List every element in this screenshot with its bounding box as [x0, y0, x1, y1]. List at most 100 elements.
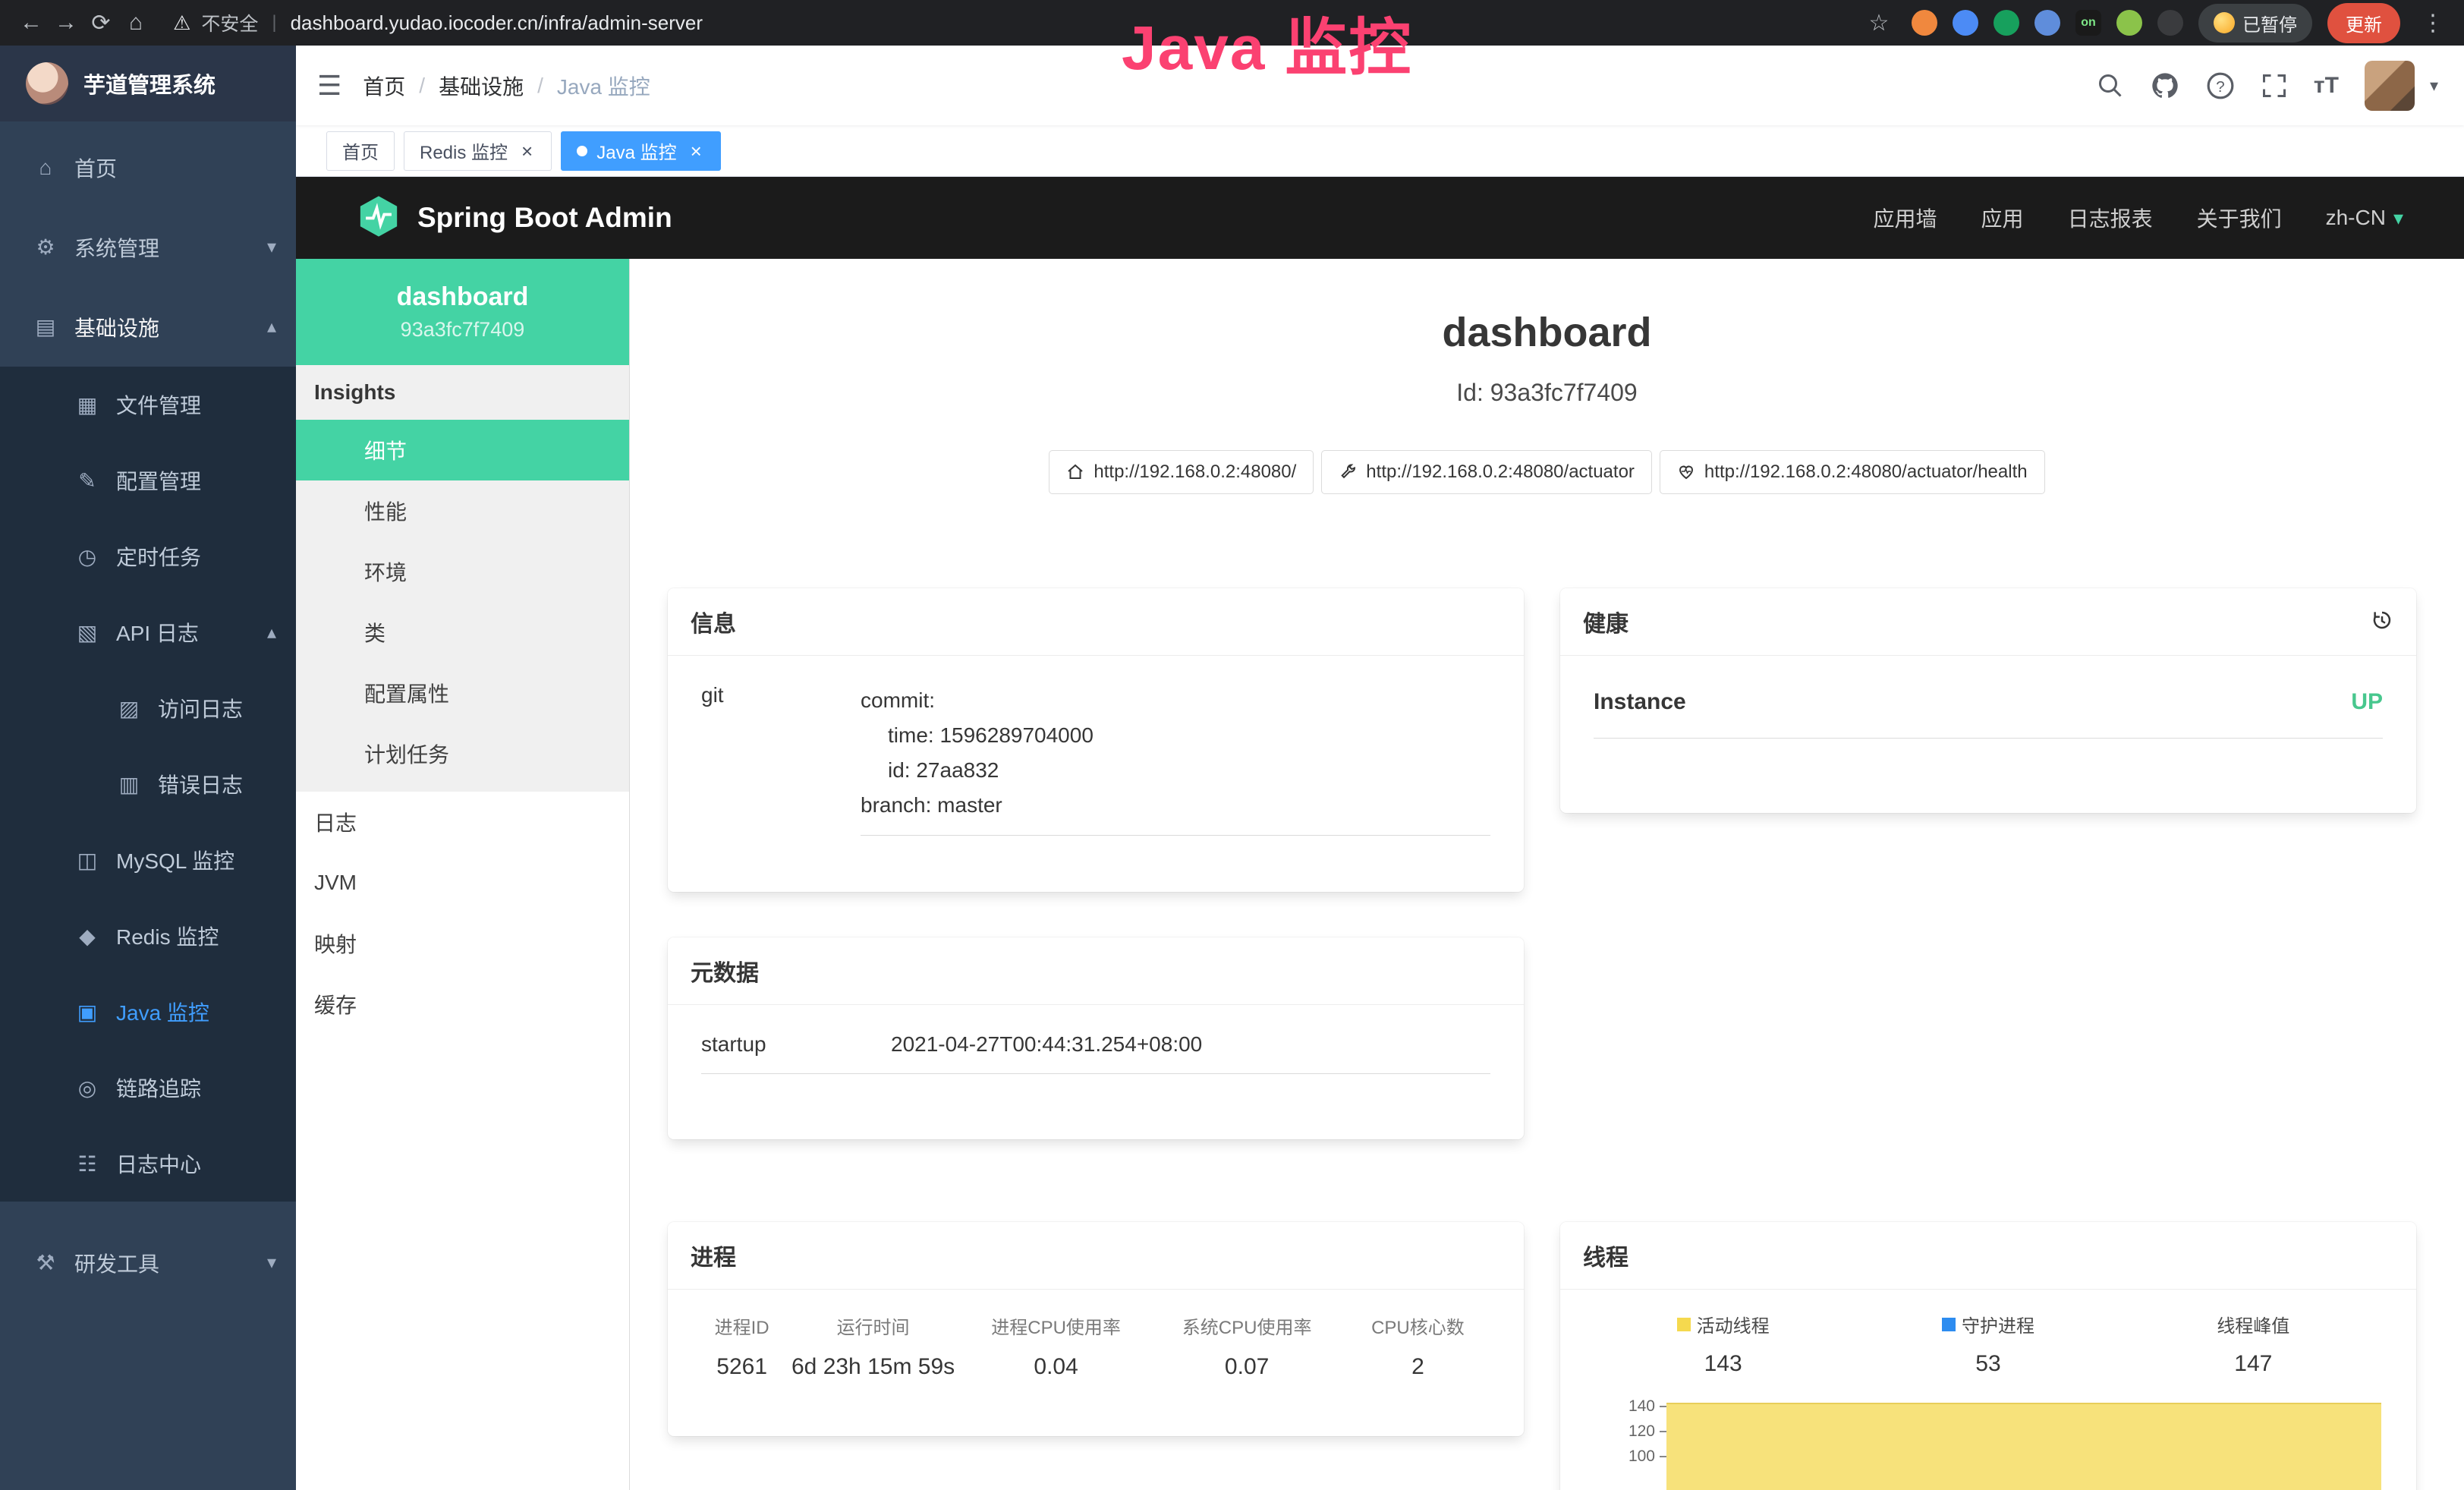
sba-brand[interactable]: Spring Boot Admin	[357, 194, 672, 242]
instance-links: http://192.168.0.2:48080/ http://192.168…	[630, 450, 2464, 494]
health-url-button[interactable]: http://192.168.0.2:48080/actuator/health	[1660, 450, 2045, 494]
chevron-up-icon: ▴	[267, 622, 276, 644]
card-header: 信息	[668, 588, 1524, 656]
sidebar-item-label: MySQL 监控	[116, 845, 234, 875]
extension-icon[interactable]	[2034, 10, 2060, 36]
header-actions: ? тT ▾	[2097, 61, 2464, 111]
sidebar-item-api-logs[interactable]: ▧ API 日志 ▴	[0, 594, 296, 670]
sidebar-item-log-center[interactable]: ☷ 日志中心	[0, 1126, 296, 1202]
instance-nav-logs[interactable]: 日志	[296, 792, 629, 852]
back-icon[interactable]: ←	[14, 10, 49, 36]
instance-nav-scheduled-tasks[interactable]: 计划任务	[296, 723, 629, 784]
extension-icon[interactable]	[1953, 10, 1978, 36]
java-monitor-icon: ▣	[72, 1000, 102, 1025]
forward-icon[interactable]: →	[49, 10, 83, 36]
sidebar-item-access-logs[interactable]: ▨ 访问日志	[0, 670, 296, 746]
sidebar-item-label: 基础设施	[74, 312, 159, 342]
breadcrumb-home[interactable]: 首页	[363, 71, 405, 101]
tab-home[interactable]: 首页	[326, 131, 395, 171]
timer-icon: ◷	[72, 544, 102, 569]
user-avatar[interactable]	[2365, 61, 2415, 111]
instance-url-button[interactable]: http://192.168.0.2:48080/	[1049, 450, 1314, 494]
instance-nav-mappings[interactable]: 映射	[296, 913, 629, 974]
actuator-url-button[interactable]: http://192.168.0.2:48080/actuator	[1321, 450, 1652, 494]
instance-header[interactable]: dashboard 93a3fc7f7409	[296, 259, 629, 365]
extension-icon[interactable]	[2116, 10, 2142, 36]
sidebar-item-scheduled-tasks[interactable]: ◷ 定时任务	[0, 518, 296, 594]
column-header: 进程CPU使用率	[961, 1312, 1152, 1339]
chrome-update-button[interactable]: 更新	[2327, 3, 2400, 43]
instance-nav-performance[interactable]: 性能	[296, 480, 629, 541]
extension-icon[interactable]	[1994, 10, 2019, 36]
bookmark-star-icon[interactable]: ☆	[1861, 10, 1896, 36]
instance-nav-config-props[interactable]: 配置属性	[296, 663, 629, 723]
sidebar-item-dev-tools[interactable]: ⚒ 研发工具 ▾	[0, 1223, 296, 1303]
instance-nav-caches[interactable]: 缓存	[296, 974, 629, 1035]
sba-locale-select[interactable]: zh-CN ▾	[2326, 206, 2403, 230]
sba-nav-about[interactable]: 关于我们	[2197, 203, 2282, 233]
sidebar-item-label: Redis 监控	[116, 921, 219, 951]
sidebar-item-label: 访问日志	[158, 693, 243, 723]
extension-on-icon[interactable]: on	[2075, 10, 2101, 36]
card-header: 健康	[1560, 588, 2416, 656]
process-column: 进程CPU使用率 0.04	[961, 1312, 1152, 1380]
sidebar-item-java-monitor[interactable]: ▣ Java 监控	[0, 974, 296, 1050]
sidebar-item-home[interactable]: ⌂ 首页	[0, 128, 296, 207]
tab-redis-monitor[interactable]: Redis 监控 ×	[404, 131, 552, 171]
app-logo[interactable]: 芋道管理系统	[0, 46, 296, 121]
sidebar-item-infrastructure[interactable]: ▤ 基础设施 ▴	[0, 287, 296, 367]
chevron-down-icon: ▾	[267, 1252, 276, 1274]
y-tick-mark	[1660, 1456, 1666, 1457]
sidebar-item-label: 日志中心	[116, 1148, 201, 1179]
metadata-value: 2021-04-27T00:44:31.254+08:00	[891, 1032, 1490, 1057]
sba-nav-wall[interactable]: 应用墙	[1874, 203, 1937, 233]
fullscreen-icon[interactable]	[2261, 72, 2288, 99]
sidebar-item-config-management[interactable]: ✎ 配置管理	[0, 443, 296, 518]
home-nav-icon[interactable]: ⌂	[118, 10, 153, 36]
sba-nav-applications[interactable]: 应用	[1981, 203, 2024, 233]
health-card: 健康 Instance UP	[1560, 588, 2416, 813]
extension-icon[interactable]	[1912, 10, 1937, 36]
sba-logo-icon	[357, 194, 401, 242]
tab-label: Redis 监控	[420, 137, 508, 164]
refresh-icon[interactable]: ⟳	[83, 10, 118, 36]
instance-nav-classes[interactable]: 类	[296, 602, 629, 663]
sidebar-item-redis-monitor[interactable]: ◆ Redis 监控	[0, 898, 296, 974]
info-value: commit: time: 1596289704000 id: 27aa832 …	[861, 683, 1490, 836]
sidebar-toggle-icon[interactable]: ☰	[296, 70, 363, 102]
info-line: id: 27aa832	[861, 753, 1490, 788]
sba-nav-journal[interactable]: 日志报表	[2068, 203, 2153, 233]
instance-nav-environment[interactable]: 环境	[296, 541, 629, 602]
paused-profile-badge[interactable]: 已暂停	[2198, 4, 2312, 43]
extension-icon[interactable]	[2157, 10, 2183, 36]
sba-brand-text: Spring Boot Admin	[417, 202, 672, 234]
sidebar-item-system-management[interactable]: ⚙ 系统管理 ▾	[0, 207, 296, 287]
search-icon[interactable]	[2097, 72, 2124, 99]
close-icon[interactable]: ×	[518, 141, 536, 161]
card-title: 线程	[1583, 1239, 1629, 1272]
log-center-icon: ☷	[72, 1151, 102, 1177]
history-icon[interactable]	[2371, 609, 2393, 635]
tab-java-monitor[interactable]: Java 监控 ×	[561, 131, 721, 171]
address-bar[interactable]: ⚠ 不安全 | dashboard.yudao.iocoder.cn/infra…	[173, 9, 703, 36]
sidebar-item-mysql-monitor[interactable]: ◫ MySQL 监控	[0, 822, 296, 898]
column-value: 0.04	[961, 1354, 1152, 1380]
y-tick-label: 100	[1629, 1447, 1655, 1466]
column-header: CPU核心数	[1342, 1312, 1493, 1339]
instance-nav-jvm[interactable]: JVM	[296, 852, 629, 913]
font-size-icon[interactable]: тT	[2314, 73, 2339, 99]
github-icon[interactable]	[2150, 71, 2180, 101]
insights-group-label: Insights	[296, 365, 629, 420]
health-icon	[1677, 463, 1695, 481]
help-icon[interactable]: ?	[2206, 71, 2235, 100]
sidebar-item-file-management[interactable]: ▦ 文件管理	[0, 367, 296, 443]
sidebar-item-label: 研发工具	[74, 1248, 159, 1278]
sidebar-item-tracing[interactable]: ◎ 链路追踪	[0, 1050, 296, 1126]
chrome-menu-icon[interactable]: ⋮	[2415, 10, 2450, 36]
page-title: dashboard	[630, 309, 2464, 356]
breadcrumb-infrastructure[interactable]: 基础设施	[439, 71, 524, 101]
sidebar-item-label: 定时任务	[116, 541, 201, 572]
close-icon[interactable]: ×	[688, 141, 705, 161]
instance-nav-details[interactable]: 细节	[296, 420, 629, 480]
sidebar-item-error-logs[interactable]: ▥ 错误日志	[0, 746, 296, 822]
